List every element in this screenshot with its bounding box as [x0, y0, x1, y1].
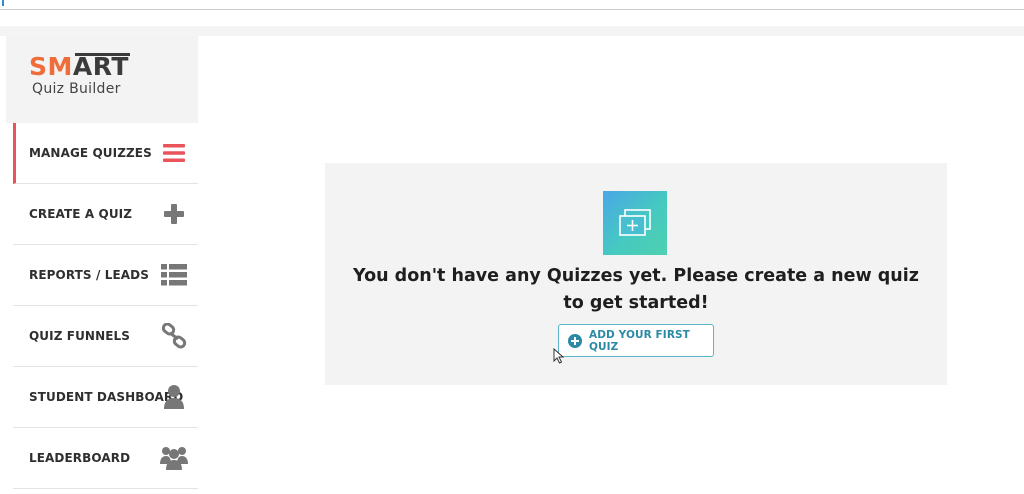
user-icon	[160, 383, 188, 411]
browser-top-bar	[0, 0, 1024, 10]
sidebar-item-create-quiz[interactable]: CREATE A QUIZ	[13, 184, 198, 245]
sidebar-menu: MANAGE QUIZZES CREATE A QUIZ REPORTS / L…	[13, 123, 198, 489]
sidebar-item-label: QUIZ FUNNELS	[29, 329, 131, 343]
empty-state-message: You don't have any Quizzes yet. Please c…	[353, 266, 919, 313]
plus-circle-icon	[568, 333, 582, 348]
link-icon	[160, 322, 188, 350]
top-bar-marker	[2, 0, 4, 6]
sidebar-item-student-dashboard[interactable]: STUDENT DASHBOARD	[13, 367, 198, 428]
add-first-quiz-button[interactable]: ADD YOUR FIRST QUIZ	[558, 324, 714, 357]
sidebar-item-label: REPORTS / LEADS	[29, 268, 149, 282]
sidebar-item-reports-leads[interactable]: REPORTS / LEADS	[13, 245, 198, 306]
add-first-quiz-label: ADD YOUR FIRST QUIZ	[589, 328, 690, 353]
empty-state-card: You don't have any Quizzes yet. Please c…	[325, 163, 947, 385]
logo-subtitle: Quiz Builder	[32, 81, 121, 97]
logo-area[interactable]: SMART Quiz Builder	[6, 36, 198, 123]
sidebar: SMART Quiz Builder MANAGE QUIZZES CREATE…	[6, 36, 198, 494]
logo-wordmark: SMART	[29, 53, 129, 81]
sidebar-item-leaderboard[interactable]: LEADERBOARD	[13, 428, 198, 489]
plus-icon	[160, 200, 188, 228]
add-quiz-icon	[603, 191, 667, 255]
sidebar-item-label: LEADERBOARD	[29, 451, 131, 465]
sidebar-item-quiz-funnels[interactable]: QUIZ FUNNELS	[13, 306, 198, 367]
sidebar-item-label: MANAGE QUIZZES	[29, 146, 152, 160]
list-icon	[160, 261, 188, 289]
logo-word-part2: ART	[72, 52, 129, 81]
logo-word-part1: SM	[29, 52, 73, 81]
header-band	[0, 26, 1024, 36]
users-icon	[160, 444, 188, 472]
sidebar-item-label: CREATE A QUIZ	[29, 207, 133, 221]
hamburger-icon	[160, 139, 188, 167]
mouse-cursor-icon	[553, 347, 565, 364]
sidebar-item-manage-quizzes[interactable]: MANAGE QUIZZES	[13, 123, 198, 184]
